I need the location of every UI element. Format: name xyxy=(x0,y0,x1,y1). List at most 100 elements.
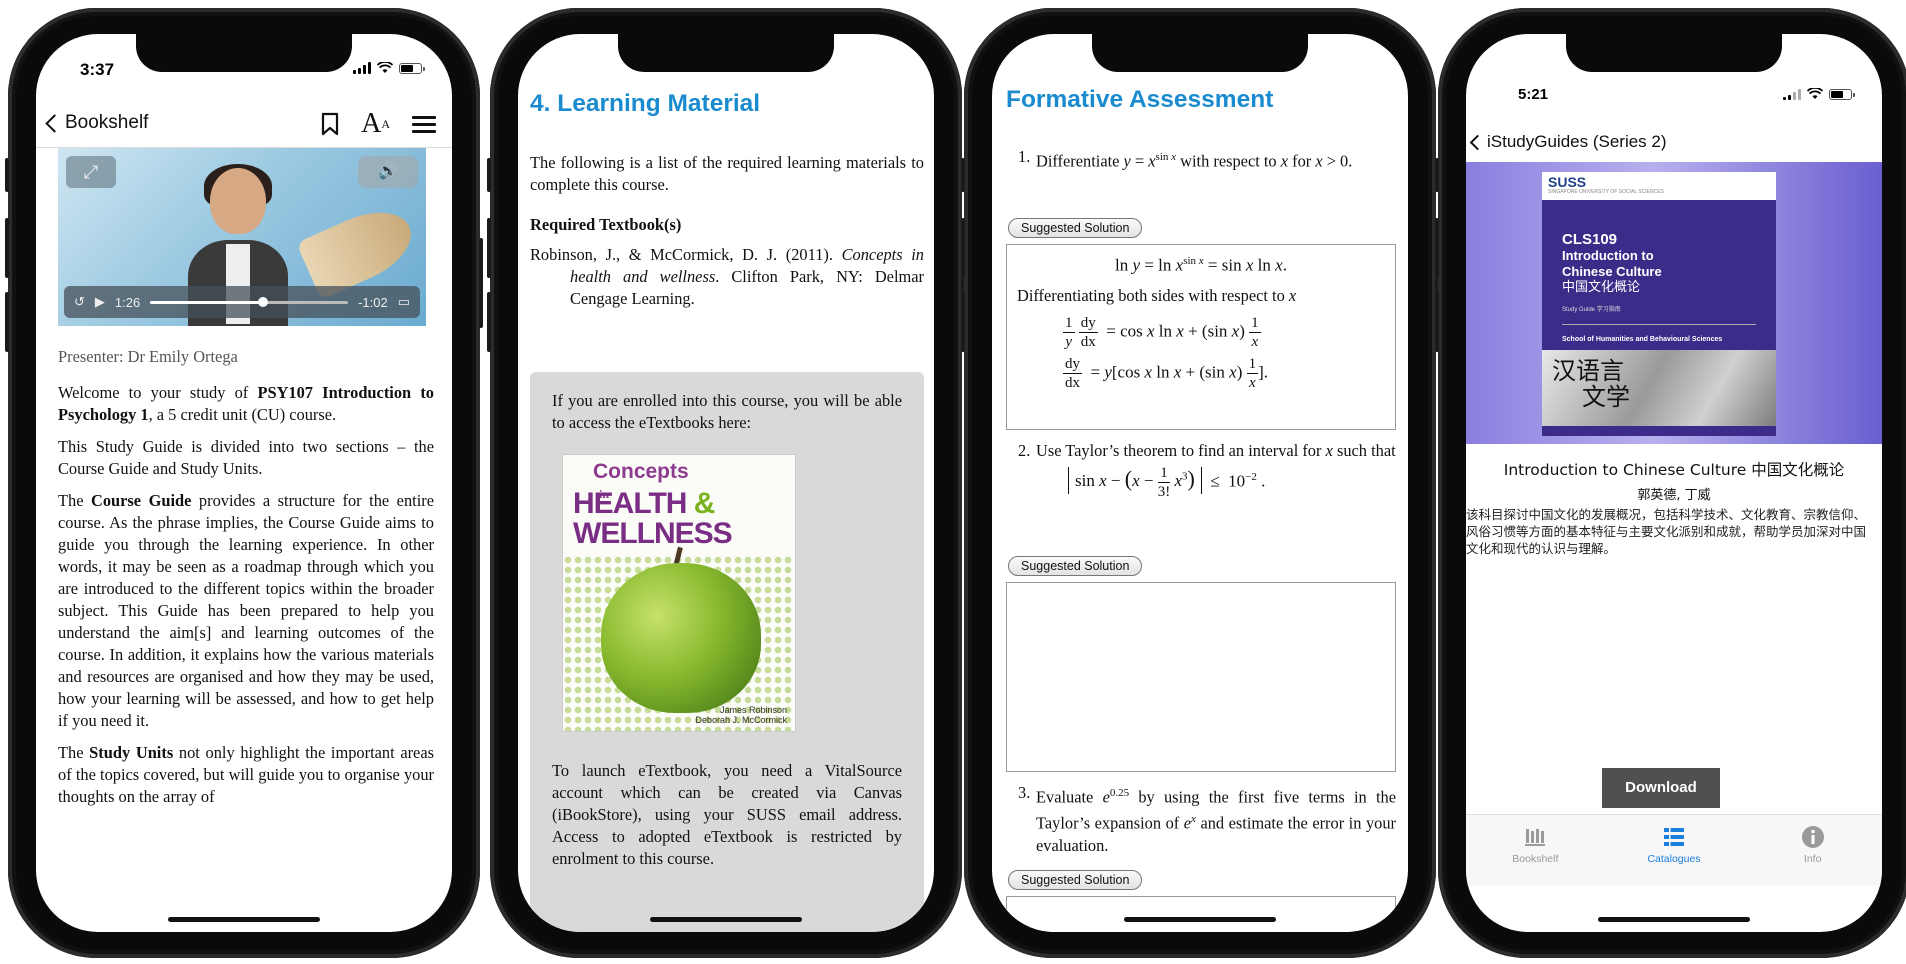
tab-bookshelf[interactable]: Bookshelf xyxy=(1466,815,1605,886)
power-button xyxy=(479,238,483,328)
question-number: 3. xyxy=(1018,783,1031,802)
volume-up-button xyxy=(487,218,491,278)
home-indicator[interactable] xyxy=(1598,917,1750,922)
home-indicator[interactable] xyxy=(1124,917,1276,922)
learning-material-text: The following is a list of the required … xyxy=(530,152,924,324)
elapsed-time: 1:26 xyxy=(114,294,141,310)
bookmark-icon[interactable] xyxy=(321,112,339,136)
solution-box-2 xyxy=(1006,582,1396,772)
volume-icon[interactable]: 🔊 xyxy=(358,156,418,188)
question-number: 1. xyxy=(1018,147,1031,166)
etextbook-cover-link[interactable]: Concepts in HEALTH & WELLNESS James Robi… xyxy=(562,454,796,732)
phone-frame-2: 4. Learning Material The following is a … xyxy=(487,8,965,958)
notch xyxy=(1092,34,1308,72)
suggested-solution-button-3[interactable]: Suggested Solution xyxy=(1008,870,1143,890)
cellular-signal-icon xyxy=(1783,88,1801,100)
tab-info[interactable]: Info xyxy=(1743,815,1882,886)
screen-1: 3:37 Bookshelf AA ⤢ 🔊 ↺ ▶ 1:26 -1:02 ▭ P… xyxy=(36,34,452,932)
status-time: 5:21 xyxy=(1518,86,1549,103)
mute-switch xyxy=(5,158,9,192)
wifi-icon xyxy=(377,62,393,73)
tab-catalogues[interactable]: Catalogues xyxy=(1605,815,1744,886)
cover-title-health: HEALTH & xyxy=(573,487,715,520)
section-title: Formative Assessment xyxy=(1006,86,1274,113)
battery-icon xyxy=(399,62,425,74)
sections-paragraph: This Study Guide is divided into two sec… xyxy=(58,437,434,478)
question-1: 1. Differentiate y = xsin x with respect… xyxy=(1018,147,1353,171)
presenter-caption: Presenter: Dr Emily Ortega xyxy=(58,347,238,366)
volume-down-button xyxy=(487,292,491,352)
vitalsource-paragraph: To launch eTextbook, you need a VitalSou… xyxy=(552,761,902,868)
cover-meta: Study Guide 学习指南 xyxy=(1562,307,1621,313)
book-description: 该科目探讨中国文化的发展概况，包括科学技术、文化教育、宗教信仰、风俗习惯等方面的… xyxy=(1466,507,1867,556)
wifi-icon xyxy=(1807,88,1823,99)
tab-label: Bookshelf xyxy=(1512,853,1559,865)
video-player[interactable]: ⤢ 🔊 ↺ ▶ 1:26 -1:02 ▭ xyxy=(58,148,426,326)
cover-title-wellness: WELLNESS xyxy=(573,517,733,550)
chevron-left-icon xyxy=(45,113,64,133)
bookshelf-icon xyxy=(1525,829,1546,846)
volume-up-button xyxy=(961,218,965,278)
tab-label: Info xyxy=(1803,853,1822,865)
home-indicator[interactable] xyxy=(168,917,320,922)
video-scrubber[interactable] xyxy=(150,296,349,307)
volume-down-button xyxy=(1435,292,1439,352)
cover-title-concepts: Concepts xyxy=(593,460,689,483)
reader-nav-bar: Bookshelf AA xyxy=(36,102,452,148)
menu-icon[interactable] xyxy=(412,115,436,133)
suggested-solution-button-1[interactable]: Suggested Solution xyxy=(1008,218,1143,238)
battery-icon xyxy=(1829,88,1855,100)
suggested-solution-button-2[interactable]: Suggested Solution xyxy=(1008,556,1143,576)
home-indicator[interactable] xyxy=(650,917,802,922)
book-authors: 郭英德, 丁威 xyxy=(1637,488,1711,503)
cellular-signal-icon xyxy=(353,62,371,74)
fullscreen-icon[interactable]: ⤢ xyxy=(66,156,116,188)
section-title: 4. Learning Material xyxy=(530,90,761,117)
megaphone-image xyxy=(296,198,422,300)
cover-authors: James Robinson Deborah J. McCormick xyxy=(695,705,787,725)
back-label: iStudyGuides (Series 2) xyxy=(1487,132,1667,151)
mute-switch xyxy=(487,158,491,192)
tab-bar: Bookshelf Catalogues Info xyxy=(1466,814,1882,886)
cover-school: School of Humanities and Behavioural Sci… xyxy=(1562,336,1723,343)
airplay-icon[interactable]: ▭ xyxy=(398,294,410,310)
solution-box-3 xyxy=(1006,896,1396,932)
scrubber-knob[interactable] xyxy=(257,296,268,307)
book-banner: SUSS SINGAPORE UNIVERSITY OF SOCIAL SCIEN… xyxy=(1466,162,1882,444)
list-icon xyxy=(1664,828,1684,846)
phone-frame-4: 5:21 iStudyGuides (Series 2) SUSS SINGAPO… xyxy=(1435,8,1906,958)
skip-back-15-icon[interactable]: ↺ xyxy=(74,294,85,310)
mute-switch xyxy=(961,158,965,192)
notch xyxy=(136,34,352,72)
question-number: 2. xyxy=(1018,441,1031,460)
textbook-reference: Robinson, J., & McCormick, D. J. (2011).… xyxy=(530,245,924,308)
welcome-paragraph: Welcome to your study of PSY107 Introduc… xyxy=(58,383,434,424)
question-3: 3. Evaluate e0.25 by using the first fiv… xyxy=(1018,783,1396,855)
study-units-paragraph: The Study Units not only highlight the i… xyxy=(58,743,434,806)
download-button[interactable]: Download xyxy=(1602,768,1720,808)
play-icon[interactable]: ▶ xyxy=(95,294,105,310)
course-guide-paragraph: The Course Guide provides a structure fo… xyxy=(58,491,434,730)
text-size-small-a: A xyxy=(381,117,390,131)
screen-2: 4. Learning Material The following is a … xyxy=(518,34,934,932)
question-2: 2. Use Taylor’s theorem to find an inter… xyxy=(1018,441,1396,500)
enrolled-paragraph: If you are enrolled into this course, yo… xyxy=(552,391,902,432)
cover-calligraphy: 汉语言 文学 xyxy=(1552,357,1630,411)
volume-down-button xyxy=(5,292,9,352)
remaining-time: -1:02 xyxy=(358,294,388,310)
text-size-large-a: A xyxy=(361,108,382,139)
intro-paragraph: The following is a list of the required … xyxy=(530,153,924,194)
text-size-icon[interactable]: AA xyxy=(361,110,390,138)
back-to-series-button[interactable]: iStudyGuides (Series 2) xyxy=(1469,132,1667,152)
tab-label: Catalogues xyxy=(1647,853,1701,865)
screen-4: 5:21 iStudyGuides (Series 2) SUSS SINGAPO… xyxy=(1466,34,1882,932)
screen-3: Formative Assessment 1. Differentiate y … xyxy=(992,34,1408,932)
study-guide-text: Presenter: Dr Emily Ortega Welcome to yo… xyxy=(58,346,434,818)
status-time: 3:37 xyxy=(80,60,115,79)
book-title: Introduction to Chinese Culture 中国文化概论 xyxy=(1503,461,1845,479)
catalogue-nav-bar: iStudyGuides (Series 2) xyxy=(1466,126,1882,162)
back-to-bookshelf-button[interactable]: Bookshelf xyxy=(45,112,148,134)
course-code: CLS109 Introduction to Chinese Culture 中… xyxy=(1562,231,1662,296)
chevron-left-icon xyxy=(1469,134,1486,150)
required-heading: Required Textbook(s) xyxy=(530,215,682,234)
